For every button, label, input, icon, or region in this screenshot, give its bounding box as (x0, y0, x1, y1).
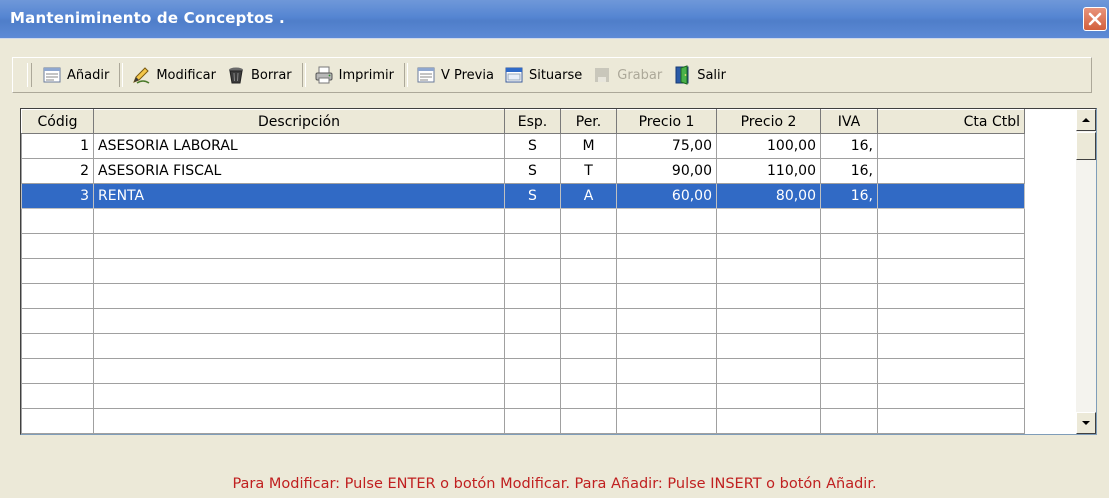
table-row[interactable]: 2 ASESORIA FISCAL S T 90,00 110,00 16, (21, 158, 1025, 184)
cell-esp[interactable]: S (504, 183, 561, 209)
cell-description[interactable]: ASESORIA LABORAL (93, 133, 505, 159)
cell-description[interactable]: RENTA (93, 183, 505, 209)
header-esp[interactable]: Esp. (504, 109, 561, 134)
cell-account[interactable] (877, 133, 1025, 159)
scroll-down-button[interactable] (1076, 412, 1096, 434)
empty-row[interactable] (21, 408, 1025, 434)
header-description[interactable]: Descripción (93, 109, 505, 134)
save-label: Grabar (617, 67, 663, 83)
cell-account[interactable] (877, 158, 1025, 184)
cell-price2[interactable]: 80,00 (716, 183, 821, 209)
cell-price2[interactable]: 100,00 (716, 133, 821, 159)
empty-row[interactable] (21, 333, 1025, 359)
toolbar-separator (119, 63, 124, 87)
modify-button[interactable]: Modificar (127, 61, 222, 89)
table-row-selected[interactable]: 3 RENTA S A 60,00 80,00 16, (21, 183, 1025, 209)
toolbar-separator (301, 63, 306, 87)
cell-price1[interactable]: 60,00 (616, 183, 717, 209)
header-account[interactable]: Cta Ctbl (877, 109, 1025, 134)
cell-code[interactable]: 1 (21, 133, 94, 159)
scrollbar-thumb[interactable] (1076, 132, 1096, 160)
cell-iva[interactable]: 16, (820, 133, 878, 159)
cell-esp[interactable]: S (504, 158, 561, 184)
toolbar-separator (403, 63, 408, 87)
cell-code[interactable]: 3 (21, 183, 94, 209)
close-icon (1088, 12, 1102, 26)
cell-account[interactable] (877, 183, 1025, 209)
toolbar: Añadir Modificar Borrar Imprimir V Previ… (12, 57, 1092, 93)
cell-price2[interactable]: 110,00 (716, 158, 821, 184)
cell-description[interactable]: ASESORIA FISCAL (93, 158, 505, 184)
header-code[interactable]: Códig (21, 109, 94, 134)
cell-per[interactable]: M (560, 133, 617, 159)
add-label: Añadir (67, 67, 110, 83)
cell-esp[interactable]: S (504, 133, 561, 159)
cell-price1[interactable]: 90,00 (616, 158, 717, 184)
exit-button[interactable]: Salir (668, 61, 732, 89)
cell-per[interactable]: A (560, 183, 617, 209)
empty-row[interactable] (21, 383, 1025, 409)
arrow-up-icon (1082, 118, 1090, 122)
empty-row[interactable] (21, 308, 1025, 334)
locate-label: Situarse (528, 67, 583, 83)
grid-body: 1 ASESORIA LABORAL S M 75,00 100,00 16, … (21, 133, 1025, 434)
table-row[interactable]: 1 ASESORIA LABORAL S M 75,00 100,00 16, (21, 133, 1025, 159)
app-window: Manteniminento de Conceptos . Añadir Mod… (0, 0, 1109, 498)
empty-row[interactable] (21, 283, 1025, 309)
close-button[interactable] (1083, 7, 1107, 31)
vertical-scrollbar[interactable] (1076, 109, 1096, 434)
cell-iva[interactable]: 16, (820, 158, 878, 184)
preview-button[interactable]: V Previa (412, 61, 500, 89)
delete-label: Borrar (251, 67, 292, 83)
preview-label: V Previa (440, 67, 494, 83)
window-title: Manteniminento de Conceptos . (10, 9, 285, 27)
concepts-grid[interactable]: Códig Descripción Esp. Per. Precio 1 Pre… (20, 108, 1097, 435)
empty-row[interactable] (21, 358, 1025, 384)
add-document-icon (43, 67, 61, 83)
exit-label: Salir (697, 67, 726, 83)
cell-code[interactable]: 2 (21, 158, 94, 184)
header-row: Códig Descripción Esp. Per. Precio 1 Pre… (21, 109, 1025, 134)
status-message: Para Modificar: Pulse ENTER o botón Modi… (232, 476, 877, 492)
header-iva[interactable]: IVA (820, 109, 878, 134)
save-button[interactable]: Grabar (588, 61, 668, 89)
pencil-edit-icon (133, 67, 150, 84)
trash-bin-icon (229, 67, 243, 84)
header-per[interactable]: Per. (560, 109, 617, 134)
toolbar-grip[interactable] (27, 63, 32, 87)
print-button[interactable]: Imprimir (310, 61, 400, 89)
concepts-table: Códig Descripción Esp. Per. Precio 1 Pre… (21, 109, 1025, 434)
cell-iva[interactable]: 16, (820, 183, 878, 209)
save-disk-icon (595, 68, 610, 82)
header-price1[interactable]: Precio 1 (616, 109, 717, 134)
printer-icon (315, 66, 333, 84)
modify-label: Modificar (156, 67, 216, 83)
empty-row[interactable] (21, 233, 1025, 259)
arrow-down-icon (1082, 421, 1090, 425)
empty-row[interactable] (21, 208, 1025, 234)
preview-document-icon (417, 67, 435, 83)
cell-price1[interactable]: 75,00 (616, 133, 717, 159)
delete-button[interactable]: Borrar (222, 61, 298, 89)
cell-per[interactable]: T (560, 158, 617, 184)
title-bar: Manteniminento de Conceptos . (0, 0, 1109, 39)
window-locate-icon (505, 67, 523, 83)
locate-button[interactable]: Situarse (500, 61, 588, 89)
print-label: Imprimir (338, 67, 394, 83)
header-price2[interactable]: Precio 2 (716, 109, 821, 134)
scroll-up-button[interactable] (1076, 109, 1096, 131)
empty-row[interactable] (21, 258, 1025, 284)
add-button[interactable]: Añadir (38, 61, 115, 89)
exit-door-icon (675, 65, 689, 85)
